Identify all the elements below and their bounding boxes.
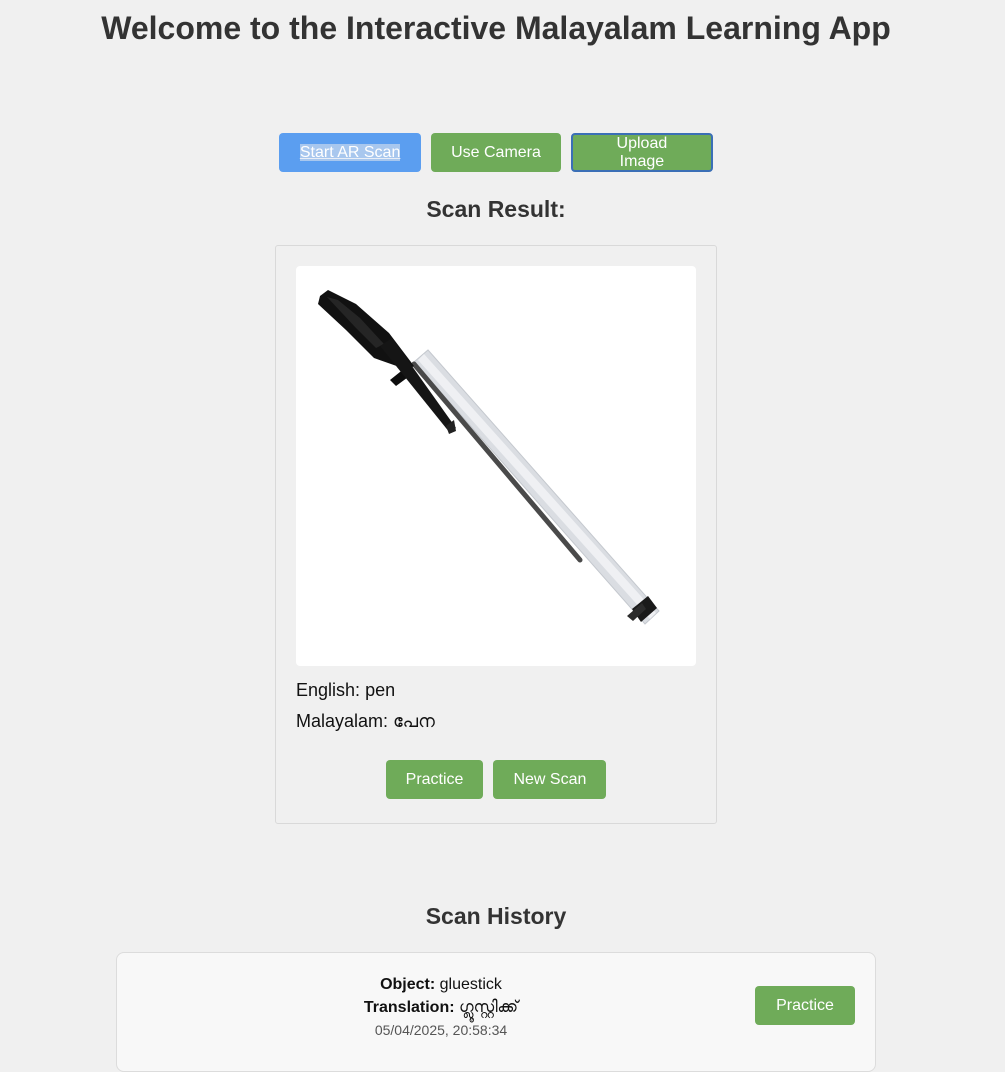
history-object-label: Object: xyxy=(380,976,436,993)
history-translation-line: Translation: ഗ്ലൂസ്റ്റിക്ക് xyxy=(117,996,765,1019)
english-translation-line: English: pen xyxy=(296,680,395,701)
history-object-value: gluestick xyxy=(439,976,502,993)
result-actions: Practice New Scan xyxy=(276,760,716,799)
scan-result-heading: Scan Result: xyxy=(426,196,566,222)
history-item-info: Object: gluestick Translation: ഗ്ലൂസ്റ്റ… xyxy=(117,973,765,1042)
history-item: Object: gluestick Translation: ഗ്ലൂസ്റ്റ… xyxy=(116,952,876,1072)
scan-result-card: English: pen Malayalam: പേന Practice New… xyxy=(275,245,717,824)
history-object-line: Object: gluestick xyxy=(117,973,765,996)
use-camera-button[interactable]: Use Camera xyxy=(431,133,561,172)
start-ar-scan-button[interactable]: Start AR Scan xyxy=(279,133,422,172)
history-translation-value: ഗ്ലൂസ്റ്റിക്ക് xyxy=(459,999,519,1016)
practice-button[interactable]: Practice xyxy=(385,760,484,799)
english-value: pen xyxy=(365,680,396,700)
scan-history-heading: Scan History xyxy=(425,903,567,929)
malayalam-label: Malayalam: xyxy=(296,711,389,731)
history-translation-label: Translation: xyxy=(363,999,455,1016)
malayalam-translation-line: Malayalam: പേന xyxy=(296,711,435,732)
scanned-object-image xyxy=(296,266,696,666)
english-label: English: xyxy=(296,680,361,700)
pen-image xyxy=(318,290,660,625)
history-practice-button[interactable]: Practice xyxy=(755,986,855,1025)
malayalam-value: പേന xyxy=(393,711,435,731)
upload-image-button[interactable]: Upload Image xyxy=(570,133,713,172)
start-ar-scan-label: Start AR Scan xyxy=(299,143,401,161)
history-timestamp: 05/04/2025, 20:58:34 xyxy=(374,1022,508,1038)
page-title: Welcome to the Interactive Malayalam Lea… xyxy=(101,10,891,46)
scan-controls: Start AR Scan Use Camera Upload Image xyxy=(0,133,992,172)
new-scan-button[interactable]: New Scan xyxy=(493,760,607,799)
